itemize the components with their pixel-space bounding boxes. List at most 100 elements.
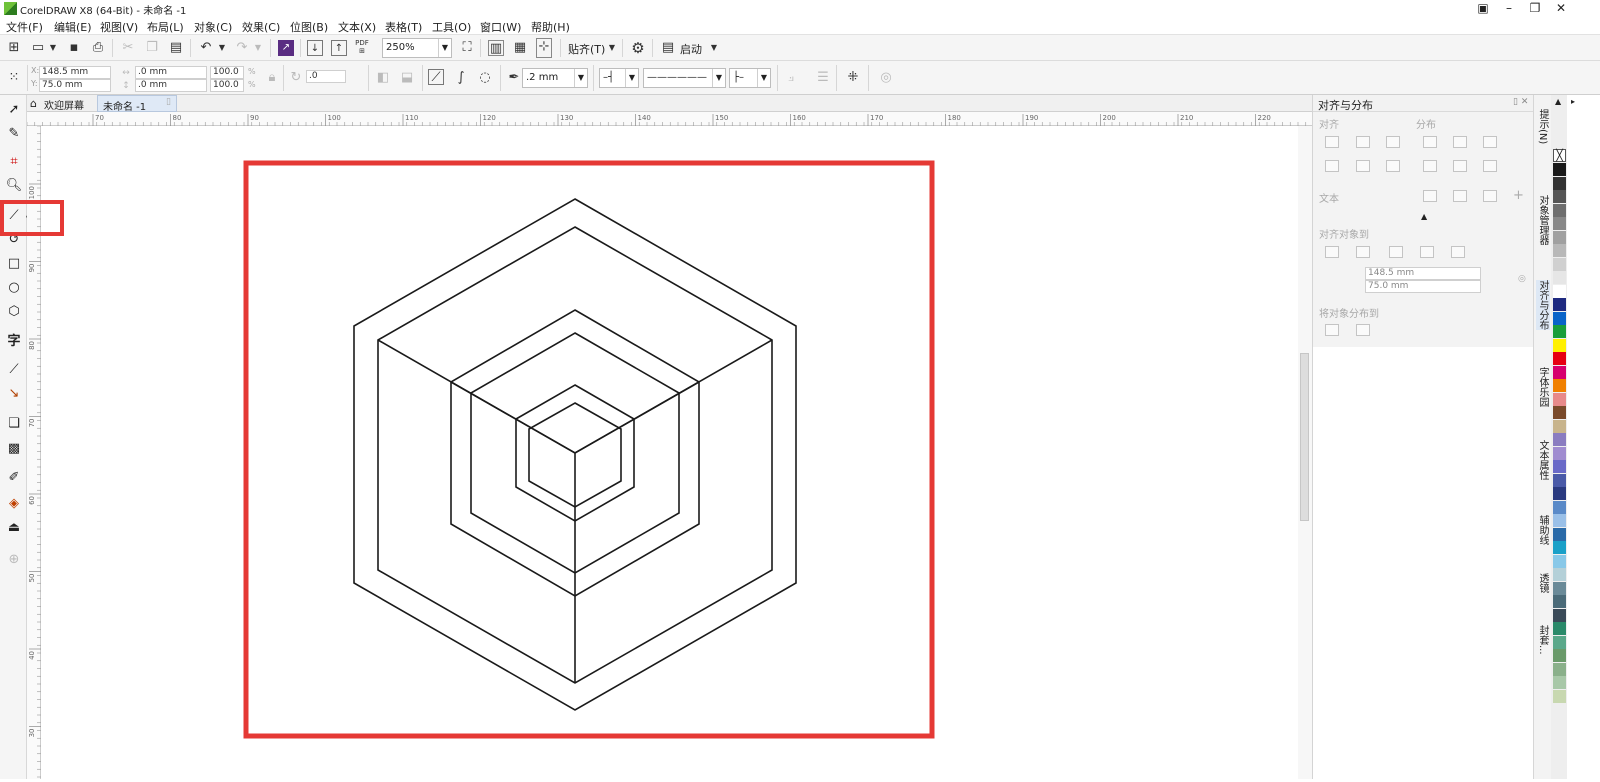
text-tool-icon[interactable]: 字	[5, 333, 23, 351]
full-screen-icon[interactable]: ⛶	[459, 40, 475, 56]
pick-tool-icon[interactable]: ➚	[5, 101, 23, 119]
export-icon[interactable]: ↑	[331, 40, 347, 56]
close-curve-icon[interactable]: ⟓	[783, 70, 799, 86]
side-tab-hints[interactable]: 提示(N)	[1536, 109, 1550, 144]
text-bounding-box-icon[interactable]	[1483, 190, 1497, 202]
color-swatch[interactable]	[1553, 595, 1566, 608]
target-icon[interactable]: ◎	[1518, 274, 1526, 284]
color-swatch[interactable]	[1553, 662, 1566, 676]
color-swatch[interactable]	[1553, 190, 1566, 203]
snap-to-menu[interactable]: 贴齐(T)	[568, 41, 605, 57]
side-tab-envelope[interactable]: 封套...	[1536, 625, 1550, 655]
launch-menu[interactable]: 启动	[680, 41, 702, 57]
distribute-left-icon[interactable]	[1423, 136, 1437, 148]
color-swatch[interactable]	[1553, 581, 1566, 595]
publish-pdf-icon[interactable]: PDF ⊞	[354, 39, 370, 55]
palette-options-icon[interactable]: ▸	[1571, 97, 1575, 106]
menu-bitmaps[interactable]: 位图(B)	[290, 19, 328, 35]
copy-icon[interactable]: ❐	[144, 40, 160, 56]
outline-width-combo[interactable]: .2 mm ▼	[522, 68, 588, 88]
open-dropdown-icon[interactable]: ▼	[45, 40, 61, 56]
color-swatch[interactable]	[1553, 365, 1566, 379]
freehand-mode-icon[interactable]: ⟋	[428, 69, 444, 85]
show-guidelines-icon[interactable]: ⊹	[536, 38, 552, 58]
color-swatch[interactable]	[1553, 649, 1566, 662]
menu-object[interactable]: 对象(C)	[194, 19, 232, 35]
smart-fill-icon[interactable]: ⏏	[5, 519, 23, 537]
color-swatch[interactable]	[1553, 689, 1566, 703]
zoom-tool-icon[interactable]: 🔍︎	[5, 177, 23, 195]
align-left-icon[interactable]	[1325, 136, 1339, 148]
side-tab-lens[interactable]: 透镜	[1536, 573, 1550, 593]
color-swatch[interactable]	[1553, 419, 1566, 433]
ellipse-tool-icon[interactable]: ○	[5, 279, 23, 297]
text-wrap-icon[interactable]: ☰	[815, 70, 831, 86]
shape-tool-icon[interactable]: ✎	[5, 125, 23, 143]
polygon-tool-icon[interactable]: ⬡	[5, 303, 23, 321]
undo-icon[interactable]: ↶	[198, 40, 214, 56]
drop-shadow-icon[interactable]: ❏	[5, 415, 23, 433]
color-swatch[interactable]	[1553, 554, 1566, 568]
palette-scroll-up-icon[interactable]: ▲	[1555, 97, 1561, 106]
menu-window[interactable]: 窗口(W)	[480, 19, 521, 35]
color-swatch[interactable]	[1553, 406, 1566, 419]
home-icon[interactable]: ⌂	[30, 97, 37, 110]
color-swatch[interactable]	[1553, 608, 1566, 622]
tab-welcome-screen[interactable]: 欢迎屏幕	[44, 97, 84, 112]
distribute-center-h-icon[interactable]	[1453, 136, 1467, 148]
color-swatch[interactable]	[1553, 271, 1566, 284]
restore-button[interactable]: ❐	[1524, 0, 1546, 17]
minimize-button[interactable]: –	[1498, 0, 1520, 17]
snap-dropdown-icon[interactable]: ▼	[604, 40, 620, 56]
new-document-icon[interactable]: ⊞	[6, 40, 22, 56]
menu-edit[interactable]: 编辑(E)	[54, 19, 92, 35]
docker-x-field[interactable]: 148.5 mm	[1365, 267, 1481, 280]
menu-table[interactable]: 表格(T)	[385, 19, 422, 35]
menu-file[interactable]: 文件(F)	[6, 19, 43, 35]
align-center-h-icon[interactable]	[1356, 136, 1370, 148]
options-gear-icon[interactable]: ⚙	[630, 40, 646, 56]
menu-effects[interactable]: 效果(C)	[242, 19, 280, 35]
object-width-field[interactable]: .0 mm	[135, 66, 207, 79]
color-swatch[interactable]	[1553, 433, 1566, 446]
align-center-v-icon[interactable]	[1356, 160, 1370, 172]
color-swatch[interactable]	[1553, 541, 1566, 554]
object-x-field[interactable]: 148.5 mm	[39, 66, 111, 79]
color-swatch[interactable]	[1553, 311, 1566, 325]
menu-text[interactable]: 文本(X)	[338, 19, 376, 35]
color-swatch[interactable]	[1553, 635, 1566, 649]
color-swatch[interactable]	[1553, 622, 1566, 635]
color-swatch[interactable]	[1553, 676, 1566, 689]
launch-dropdown-icon[interactable]: ▼	[706, 40, 722, 56]
redo-dropdown-icon[interactable]: ▼	[250, 40, 266, 56]
transparency-icon[interactable]: ▩	[5, 440, 23, 458]
end-arrowhead-combo[interactable]: ├– ▼	[729, 68, 771, 88]
docker-collapse-icon[interactable]: ▯ ✕	[1513, 97, 1528, 107]
color-swatch[interactable]	[1553, 284, 1566, 298]
menu-view[interactable]: 视图(V)	[100, 19, 138, 35]
active-objects-icon[interactable]	[1325, 246, 1339, 258]
bezier-mode-icon[interactable]: ∫	[453, 70, 469, 86]
side-tab-guidelines[interactable]: 辅助线	[1536, 515, 1550, 545]
side-tab-object-manager[interactable]: 对象管理器	[1536, 195, 1550, 245]
tab-document[interactable]: 未命名 -1	[97, 95, 177, 113]
open-icon[interactable]: ▭	[30, 40, 46, 56]
color-swatch[interactable]	[1553, 176, 1566, 190]
docker-y-field[interactable]: 75.0 mm	[1365, 280, 1481, 293]
new-tab-icon[interactable]: ▯	[166, 97, 171, 107]
show-grid-icon[interactable]: ▦	[512, 40, 528, 56]
distribute-center-v-icon[interactable]	[1453, 160, 1467, 172]
color-swatch[interactable]	[1553, 392, 1566, 406]
distribute-spacing-h-icon[interactable]	[1483, 136, 1497, 148]
side-tab-font-playground[interactable]: 字体乐园	[1536, 367, 1550, 407]
menu-tools[interactable]: 工具(O)	[432, 19, 471, 35]
paste-icon[interactable]: ▤	[168, 40, 184, 56]
drawing-canvas[interactable]	[41, 126, 1298, 779]
color-swatch[interactable]	[1553, 527, 1566, 541]
extent-of-page-icon[interactable]	[1356, 324, 1370, 336]
object-height-field[interactable]: .0 mm	[135, 79, 207, 92]
show-rulers-icon[interactable]: ▥	[488, 40, 504, 56]
mirror-vertical-icon[interactable]: ⬓	[399, 70, 415, 86]
no-color-swatch[interactable]: ╳	[1553, 149, 1566, 162]
distribute-top-icon[interactable]	[1423, 160, 1437, 172]
